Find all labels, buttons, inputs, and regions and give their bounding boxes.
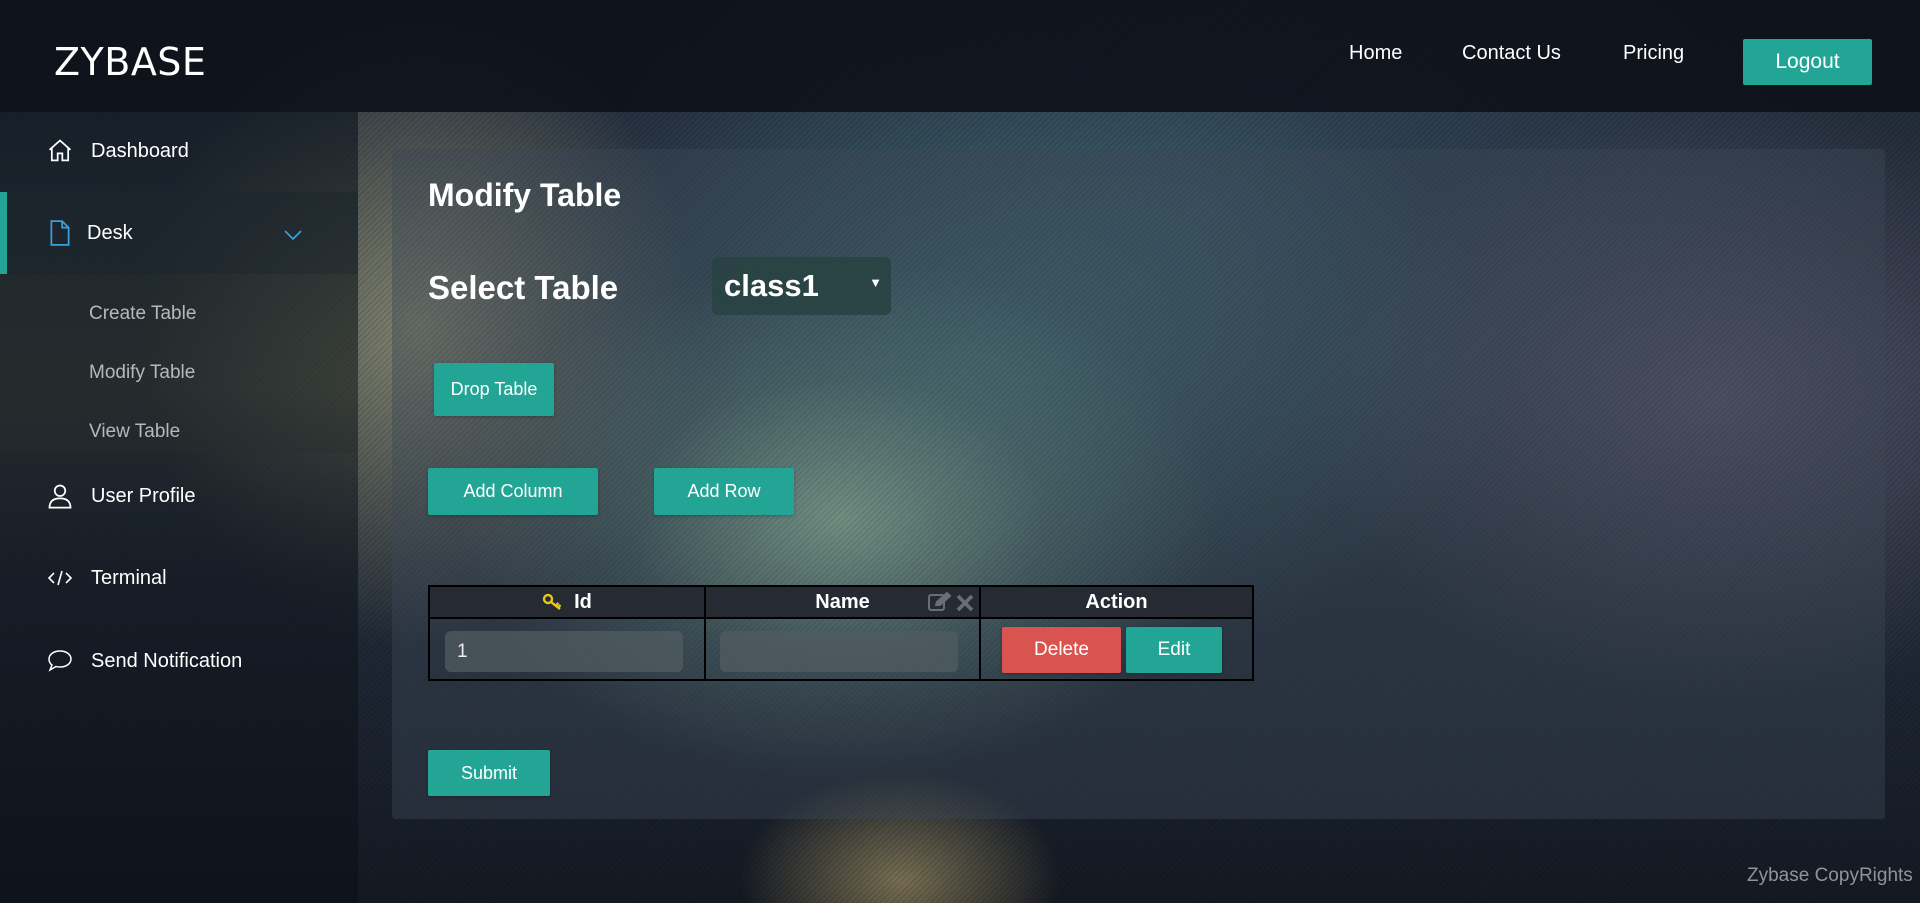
- desk-submenu: Create Table Modify Table View Table: [0, 274, 358, 453]
- column-header-label: Name: [815, 590, 870, 613]
- chevron-down-icon[interactable]: [283, 224, 303, 247]
- submenu-modify-table[interactable]: Modify Table: [89, 362, 195, 384]
- brand-logo[interactable]: ZYBASE: [54, 40, 206, 84]
- nav-pricing-link[interactable]: Pricing: [1623, 42, 1684, 65]
- submenu-create-table[interactable]: Create Table: [89, 303, 196, 325]
- key-icon: [542, 592, 564, 612]
- dropdown-arrow-icon: ▼: [869, 275, 882, 290]
- submit-button[interactable]: Submit: [428, 750, 550, 796]
- column-header-label: Id: [574, 590, 592, 613]
- top-navbar: ZYBASE Home Contact Us Pricing Logout: [0, 0, 1920, 112]
- sidebar-item-label: User Profile: [91, 484, 196, 507]
- table-select[interactable]: class1 ▼: [712, 257, 891, 315]
- footer-copyright: Zybase CopyRights: [1747, 865, 1913, 886]
- delete-row-button[interactable]: Delete: [1002, 627, 1121, 673]
- sidebar-item-label: Send Notification: [91, 649, 243, 672]
- home-icon: [46, 137, 74, 165]
- sidebar-item-send-notification[interactable]: Send Notification: [0, 620, 358, 702]
- column-header-id: Id: [430, 587, 704, 617]
- add-column-button[interactable]: Add Column: [428, 468, 598, 515]
- selected-table-value: class1: [724, 268, 819, 303]
- submenu-view-table[interactable]: View Table: [89, 421, 180, 443]
- nav-contact-link[interactable]: Contact Us: [1462, 42, 1561, 65]
- logout-button[interactable]: Logout: [1743, 39, 1872, 85]
- code-icon: [46, 564, 74, 592]
- add-row-button[interactable]: Add Row: [654, 468, 794, 515]
- data-table: Id Name Action 1 Delete Edit: [428, 585, 1254, 681]
- modify-table-panel: Modify Table Select Table class1 ▼ Drop …: [392, 149, 1885, 819]
- document-icon: [46, 219, 74, 247]
- chat-bubble-icon: [46, 647, 74, 675]
- sidebar-item-label: Terminal: [91, 566, 167, 589]
- sidebar-item-terminal[interactable]: Terminal: [0, 537, 358, 619]
- sidebar: Dashboard Desk Create Table Modify Table…: [0, 112, 358, 903]
- column-header-label: Action: [1085, 590, 1148, 613]
- id-input[interactable]: 1: [445, 631, 683, 672]
- sidebar-item-user-profile[interactable]: User Profile: [0, 455, 358, 537]
- drop-table-button[interactable]: Drop Table: [434, 363, 554, 416]
- select-table-label: Select Table: [428, 269, 619, 306]
- sidebar-item-label: Desk: [87, 221, 133, 244]
- sidebar-item-dashboard[interactable]: Dashboard: [0, 112, 358, 190]
- sidebar-item-desk[interactable]: Desk: [0, 192, 358, 274]
- column-header-action: Action: [981, 587, 1252, 617]
- edit-column-icon[interactable]: [927, 591, 953, 613]
- page-title: Modify Table: [428, 177, 622, 213]
- sidebar-item-label: Dashboard: [91, 139, 189, 162]
- delete-column-icon[interactable]: [955, 591, 975, 613]
- nav-home-link[interactable]: Home: [1349, 42, 1402, 65]
- edit-row-button[interactable]: Edit: [1126, 627, 1222, 673]
- name-input[interactable]: [720, 631, 958, 672]
- column-actions: [927, 591, 975, 613]
- user-icon: [46, 482, 74, 510]
